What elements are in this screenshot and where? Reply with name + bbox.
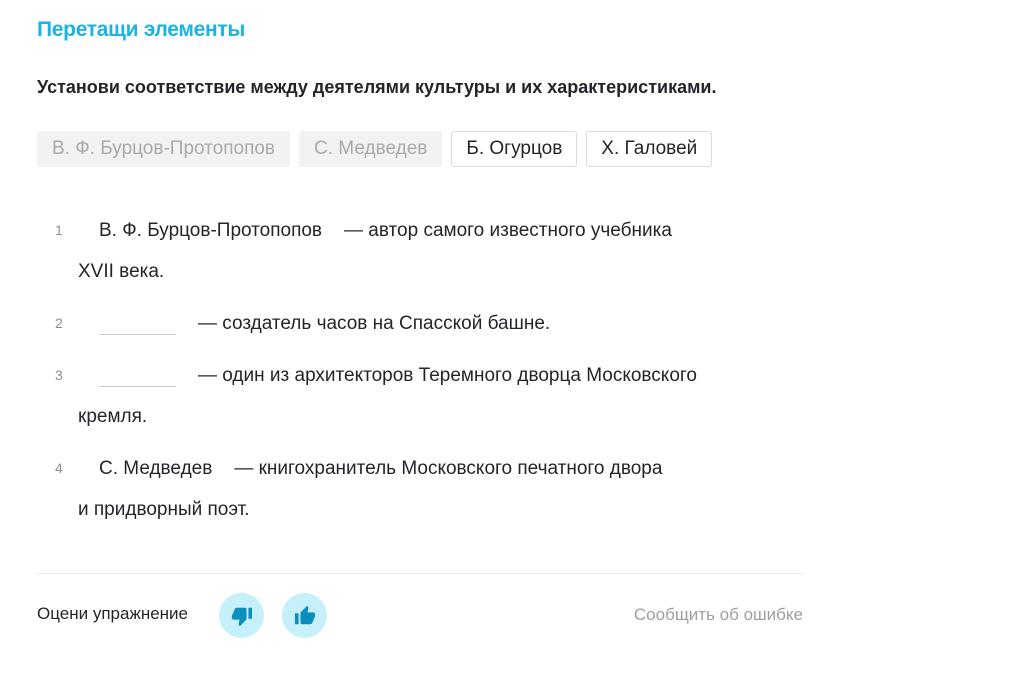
drop-slot-filled[interactable]: С. Медведев bbox=[99, 448, 212, 489]
match-item: 3 — один из архитекторов Теремного дворц… bbox=[37, 355, 803, 437]
item-description-cont: и придворный поэт. bbox=[78, 499, 250, 520]
item-description-cont: XVII века. bbox=[78, 261, 165, 282]
question-text: Установи соответствие между деятелями ку… bbox=[37, 77, 717, 97]
match-item: 2 — создатель часов на Спасской башне. bbox=[37, 303, 803, 344]
chip-burtsov: В. Ф. Бурцов-Протопопов bbox=[37, 131, 291, 167]
item-description: — книгохранитель Московского печатного д… bbox=[234, 458, 663, 479]
thumbs-up-icon bbox=[294, 605, 315, 624]
report-error-link[interactable]: Сообщить об ошибке bbox=[634, 605, 803, 625]
drop-slot-empty[interactable] bbox=[99, 314, 176, 335]
exercise-footer: Оцени упражнение Сообщить об ошибке bbox=[37, 573, 803, 654]
task-title: Перетащи элементы bbox=[37, 18, 245, 41]
match-list: 1 В. Ф. Бурцов-Протопопов — автор самого … bbox=[37, 210, 803, 541]
item-number: 3 bbox=[55, 367, 63, 383]
match-item: 1 В. Ф. Бурцов-Протопопов — автор самого … bbox=[37, 210, 803, 292]
drop-slot-filled[interactable]: В. Ф. Бурцов-Протопопов bbox=[99, 210, 322, 251]
answer-chips: В. Ф. Бурцов-Протопопов С. Медведев Б. О… bbox=[37, 131, 713, 167]
drop-slot-empty[interactable] bbox=[99, 366, 176, 387]
rate-label: Оцени упражнение bbox=[37, 604, 188, 623]
match-item: 4 С. Медведев — книгохранитель Московског… bbox=[37, 448, 803, 530]
item-number: 1 bbox=[55, 222, 63, 238]
chip-ogurtsov[interactable]: Б. Огурцов bbox=[451, 131, 578, 167]
like-button[interactable] bbox=[282, 593, 327, 638]
item-description: — создатель часов на Спасской башне. bbox=[198, 313, 551, 334]
item-description-cont: кремля. bbox=[78, 406, 148, 427]
dislike-button[interactable] bbox=[219, 593, 264, 638]
thumbs-down-icon bbox=[231, 607, 252, 626]
chip-medvedev: С. Медведев bbox=[299, 131, 443, 167]
item-description: — автор самого известного учебника bbox=[344, 220, 672, 241]
chip-galovey[interactable]: Х. Галовей bbox=[586, 131, 713, 167]
item-number: 2 bbox=[55, 315, 63, 331]
item-description: — один из архитекторов Теремного дворца … bbox=[198, 365, 697, 386]
item-number: 4 bbox=[55, 460, 63, 476]
